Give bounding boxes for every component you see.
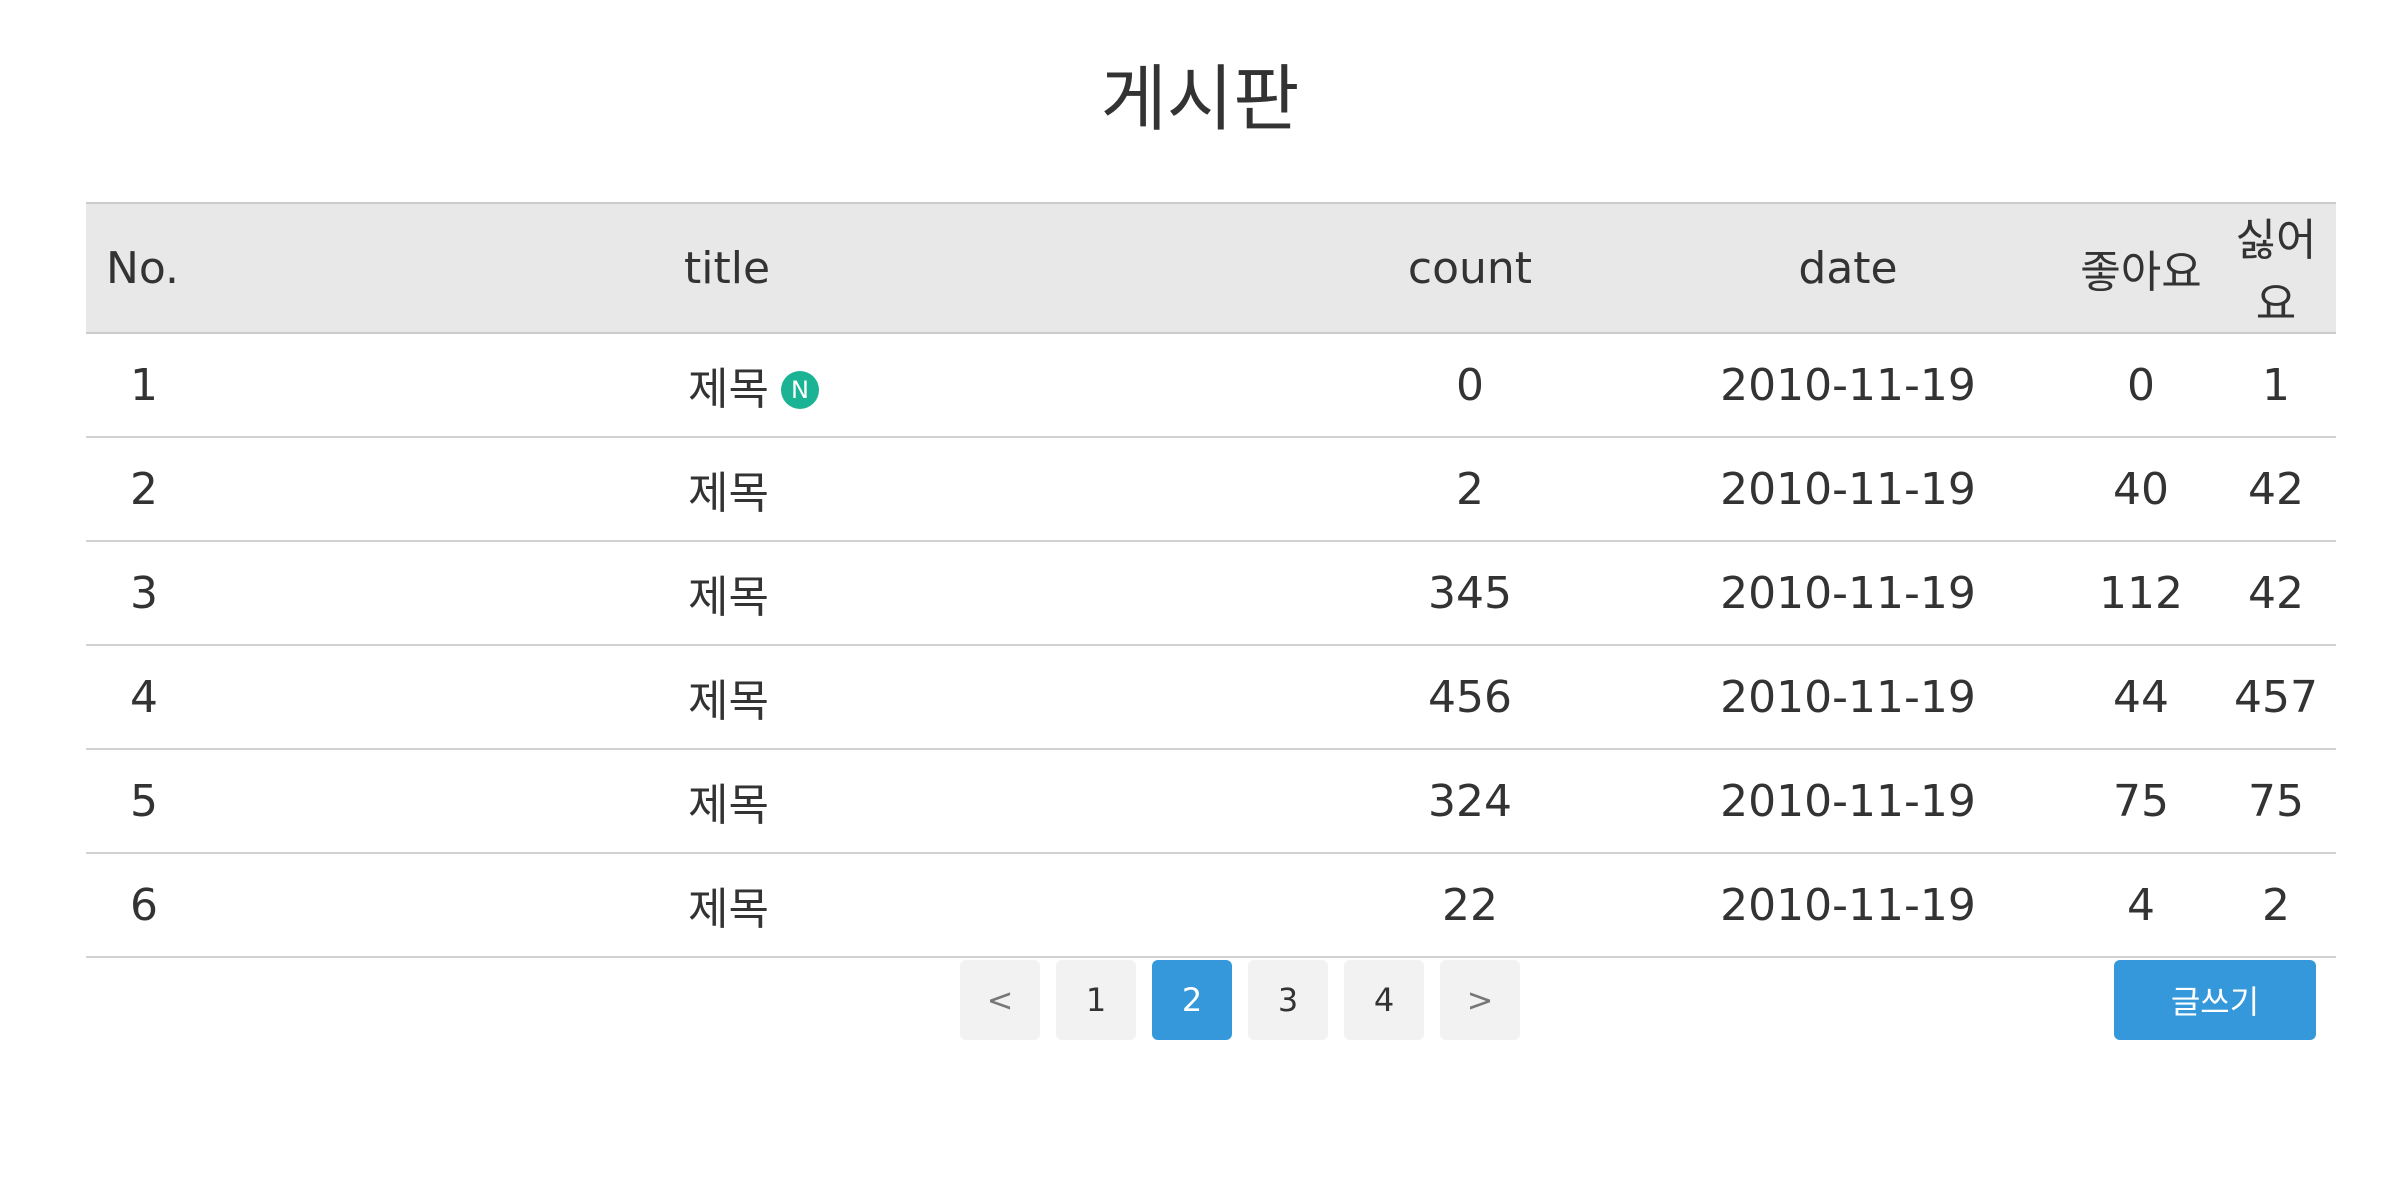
- header-date[interactable]: date: [1630, 202, 2066, 334]
- page-title: 게시판: [1100, 57, 1300, 141]
- header-like[interactable]: 좋아요: [2066, 202, 2216, 334]
- row-title[interactable]: 제목: [684, 437, 1310, 542]
- header-count[interactable]: count: [1310, 202, 1630, 334]
- pagination: < 1 2 3 4 >: [960, 960, 1520, 1040]
- page-1-button[interactable]: 1: [1056, 960, 1136, 1040]
- header-dislike[interactable]: 싫어요: [2216, 202, 2336, 334]
- row-no: 6: [86, 853, 684, 958]
- row-like: 44: [2066, 645, 2216, 750]
- table-row[interactable]: 5 제목 324 2010-11-19 75 75: [86, 749, 2336, 854]
- row-dislike: 457: [2216, 645, 2336, 750]
- page-2-button[interactable]: 2: [1152, 960, 1232, 1040]
- row-count: 456: [1310, 645, 1630, 750]
- row-title-cell[interactable]: 제목 N: [684, 333, 1310, 438]
- row-title[interactable]: 제목: [684, 749, 1310, 854]
- row-title[interactable]: 제목: [684, 645, 1310, 750]
- row-date: 2010-11-19: [1630, 853, 2066, 958]
- header-title[interactable]: title: [684, 202, 1310, 334]
- row-like: 40: [2066, 437, 2216, 542]
- row-count: 324: [1310, 749, 1630, 854]
- row-no: 2: [86, 437, 684, 542]
- row-like: 112: [2066, 541, 2216, 646]
- row-dislike: 2: [2216, 853, 2336, 958]
- row-dislike: 42: [2216, 437, 2336, 542]
- row-dislike: 1: [2216, 333, 2336, 438]
- row-title[interactable]: 제목: [684, 853, 1310, 958]
- table-row[interactable]: 1 제목 N 0 2010-11-19 0 1: [86, 333, 2336, 438]
- prev-page-button[interactable]: <: [960, 960, 1040, 1040]
- row-count: 22: [1310, 853, 1630, 958]
- row-date: 2010-11-19: [1630, 541, 2066, 646]
- row-dislike: 75: [2216, 749, 2336, 854]
- row-count: 0: [1310, 333, 1630, 438]
- new-badge: N: [780, 371, 819, 409]
- row-title[interactable]: 제목: [688, 364, 769, 415]
- row-like: 4: [2066, 853, 2216, 958]
- row-dislike: 42: [2216, 541, 2336, 646]
- row-date: 2010-11-19: [1630, 749, 2066, 854]
- table-header-row: No. title count date 좋아요 싫어요: [86, 202, 2336, 334]
- row-count: 345: [1310, 541, 1630, 646]
- row-date: 2010-11-19: [1630, 645, 2066, 750]
- row-date: 2010-11-19: [1630, 437, 2066, 542]
- page-3-button[interactable]: 3: [1248, 960, 1328, 1040]
- row-like: 75: [2066, 749, 2216, 854]
- table-row[interactable]: 6 제목 22 2010-11-19 4 2: [86, 853, 2336, 958]
- table-row[interactable]: 3 제목 345 2010-11-19 112 42: [86, 541, 2336, 646]
- table-row[interactable]: 2 제목 2 2010-11-19 40 42: [86, 437, 2336, 542]
- next-page-button[interactable]: >: [1440, 960, 1520, 1040]
- table-row[interactable]: 4 제목 456 2010-11-19 44 457: [86, 645, 2336, 750]
- page-4-button[interactable]: 4: [1344, 960, 1424, 1040]
- row-count: 2: [1310, 437, 1630, 542]
- row-no: 4: [86, 645, 684, 750]
- write-button[interactable]: 글쓰기: [2114, 960, 2316, 1040]
- row-no: 5: [86, 749, 684, 854]
- row-title[interactable]: 제목: [684, 541, 1310, 646]
- row-no: 3: [86, 541, 684, 646]
- row-no: 1: [86, 333, 684, 438]
- row-date: 2010-11-19: [1630, 333, 2066, 438]
- row-like: 0: [2066, 333, 2216, 438]
- board-table: No. title count date 좋아요 싫어요 1 제목 N 0 201…: [86, 202, 2336, 958]
- header-no[interactable]: No.: [86, 202, 684, 334]
